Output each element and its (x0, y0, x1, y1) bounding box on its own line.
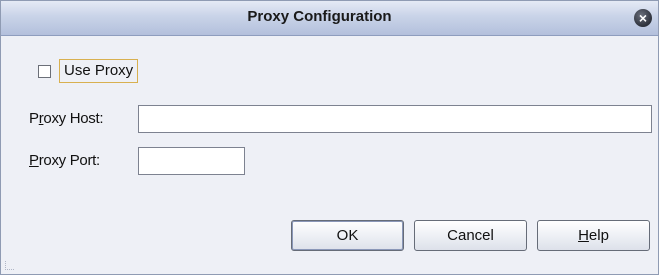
cancel-button-label: Cancel (447, 227, 494, 244)
cancel-button[interactable]: Cancel (414, 220, 527, 251)
ok-button[interactable]: OK (291, 220, 404, 251)
proxy-configuration-dialog: Proxy Configuration × Use Proxy Proxy Ho… (0, 0, 659, 275)
use-proxy-checkbox[interactable] (38, 64, 51, 78)
help-button[interactable]: Help (537, 220, 650, 251)
proxy-host-label: Proxy Host: (29, 110, 104, 127)
use-proxy-row[interactable]: Use Proxy (38, 59, 139, 83)
resize-grip-icon[interactable] (5, 261, 14, 270)
use-proxy-label[interactable]: Use Proxy (59, 59, 139, 83)
dialog-title: Proxy Configuration (247, 8, 392, 25)
help-button-label: Help (578, 227, 609, 244)
proxy-port-input[interactable] (138, 147, 245, 175)
ok-button-label: OK (336, 227, 359, 244)
proxy-port-label: Proxy Port: (29, 152, 100, 169)
close-icon[interactable]: × (634, 9, 652, 27)
title-bar[interactable]: Proxy Configuration × (1, 1, 658, 36)
proxy-host-input[interactable] (138, 105, 652, 133)
